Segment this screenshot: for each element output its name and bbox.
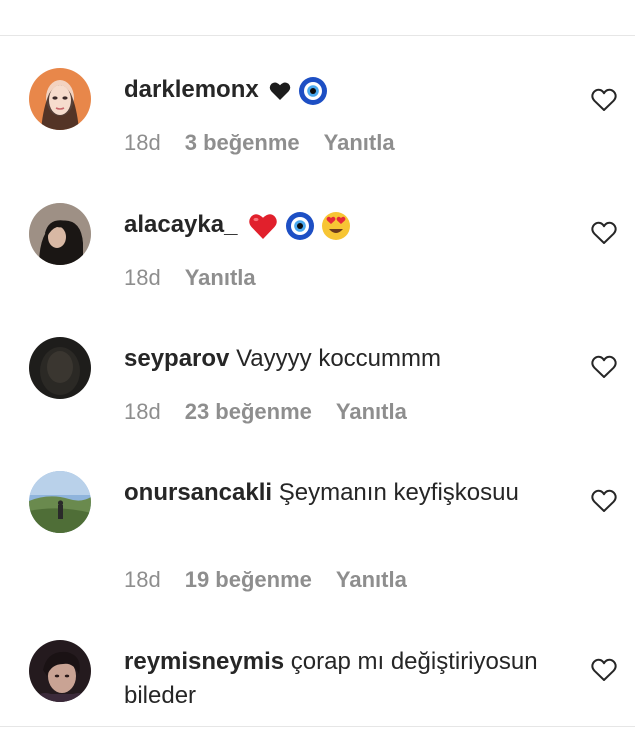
- comment-username[interactable]: seyparov: [124, 345, 229, 372]
- nazar-emoji: [285, 212, 322, 241]
- comment-time: 18d: [124, 567, 161, 592]
- comment-username[interactable]: darklemonx: [124, 76, 259, 103]
- nazar-emoji: [298, 77, 328, 106]
- bottom-divider: [0, 726, 635, 727]
- avatar[interactable]: [29, 640, 91, 702]
- emoji-group: [269, 74, 328, 108]
- reply-button[interactable]: Yanıtla: [336, 399, 407, 425]
- comment-username[interactable]: reymisneymis: [124, 648, 284, 675]
- heart-outline-icon[interactable]: [591, 355, 617, 379]
- likes-count-button[interactable]: 23 beğenme: [185, 399, 312, 425]
- top-divider: [0, 35, 635, 36]
- reply-button[interactable]: Yanıtla: [185, 265, 256, 291]
- comment-time: 18d: [124, 265, 161, 290]
- comment-body: Vayyyy koccummm: [236, 345, 441, 372]
- comment-text: onursancakli Şeymanın keyfişkosuu: [124, 476, 564, 510]
- likes-count-button[interactable]: 19 beğenme: [185, 567, 312, 593]
- comment-username[interactable]: alacayka_: [124, 211, 237, 238]
- heart-outline-icon[interactable]: [591, 658, 617, 682]
- avatar[interactable]: [29, 203, 91, 265]
- comment-meta: 18d 23 beğenme Yanıtla: [124, 399, 407, 425]
- heart-outline-icon[interactable]: [591, 221, 617, 245]
- heart-outline-icon[interactable]: [591, 489, 617, 513]
- reply-button[interactable]: Yanıtla: [324, 130, 395, 156]
- avatar[interactable]: [29, 471, 91, 533]
- avatar[interactable]: [29, 337, 91, 399]
- avatar[interactable]: [29, 68, 91, 130]
- heart-outline-icon[interactable]: [591, 88, 617, 112]
- likes-count-button[interactable]: 3 beğenme: [185, 130, 300, 156]
- comment-username[interactable]: onursancakli: [124, 479, 272, 506]
- heart-eyes-emoji: [321, 212, 351, 241]
- comment-text: darklemonx: [124, 73, 564, 108]
- reply-button[interactable]: Yanıtla: [336, 567, 407, 593]
- comment-time: 18d: [124, 130, 161, 155]
- red-heart-emoji: [248, 212, 285, 240]
- comment-text: reymisneymis çorap mı değiştiriyosun bil…: [124, 645, 564, 713]
- comment-time: 18d: [124, 399, 161, 424]
- comment-text: seyparov Vayyyy koccummm: [124, 342, 564, 376]
- comment-meta: 18d 19 beğenme Yanıtla: [124, 567, 407, 593]
- comment-body: Şeymanın keyfişkosuu: [278, 479, 519, 506]
- comment-text: alacayka_: [124, 208, 564, 243]
- comment-meta: 18d Yanıtla: [124, 265, 256, 291]
- comment-meta: 18d 3 beğenme Yanıtla: [124, 130, 395, 156]
- black-heart-emoji: [269, 77, 298, 104]
- emoji-group: [248, 209, 351, 243]
